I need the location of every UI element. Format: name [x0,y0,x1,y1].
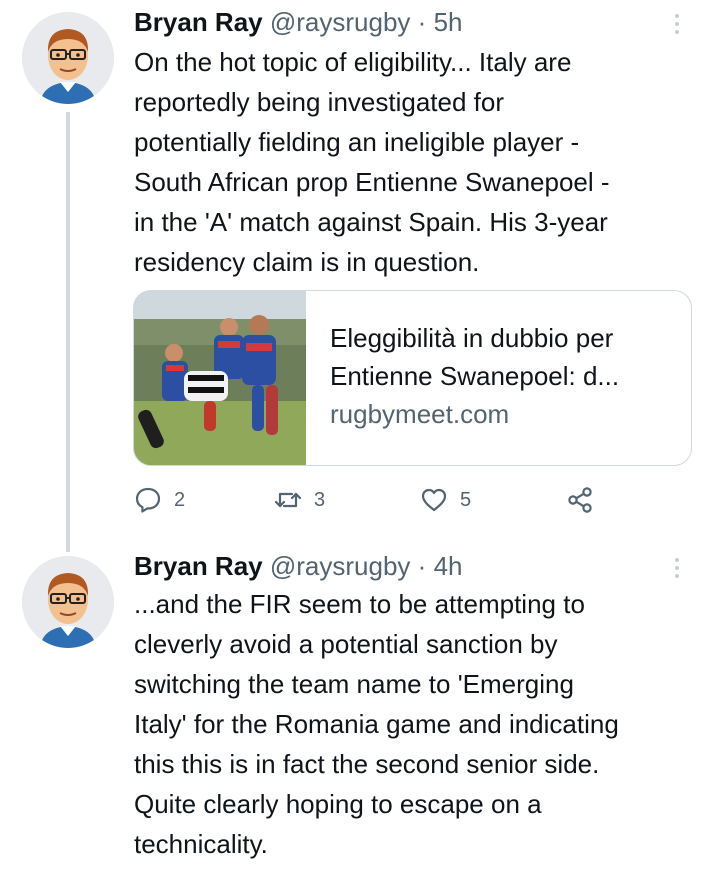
like-count: 5 [460,488,472,511]
share-button[interactable] [566,480,594,520]
more-icon[interactable] [667,554,687,582]
more-icon[interactable] [667,10,687,38]
heart-icon [421,488,447,512]
tweet-text: On the hot topic of eligibility... Italy… [134,47,610,277]
card-title-line2[interactable]: Entienne Swanepoel: d... [330,357,680,395]
card-title[interactable]: Eleggibilità in dubbio per [330,319,680,357]
tweet[interactable]: Bryan Ray @raysrugby · 5h On the hot top… [0,0,710,552]
action-bar: 2 3 5 [134,480,654,520]
author-handle[interactable]: @raysrugby [270,551,411,581]
avatar[interactable] [22,12,114,104]
retweet-count: 3 [314,488,326,511]
link-card[interactable]: Eleggibilità in dubbio per Entienne Swan… [133,290,692,466]
author-handle[interactable]: @raysrugby [270,7,411,37]
meta-separator: · [417,7,427,37]
like-button[interactable]: 5 [420,480,471,520]
share-icon [568,487,592,513]
avatar[interactable] [22,556,114,648]
tweet-header: Bryan Ray @raysrugby · 5h [134,6,462,38]
author-name[interactable]: Bryan Ray [134,551,263,581]
reply-icon [135,487,161,513]
reply-count: 2 [174,488,186,511]
thread-line [66,112,70,552]
retweet-button[interactable]: 3 [274,480,325,520]
retweet-icon [274,492,302,508]
tweet[interactable]: Bryan Ray @raysrugby · 4h ...and the FIR… [0,540,710,873]
tweet-header: Bryan Ray @raysrugby · 4h [134,550,462,582]
tweet-time[interactable]: 4h [434,551,463,581]
reply-button[interactable]: 2 [134,480,185,520]
card-text[interactable]: Eleggibilità in dubbio per Entienne Swan… [330,319,680,433]
author-name[interactable]: Bryan Ray [134,7,263,37]
tweet-time[interactable]: 5h [434,7,463,37]
card-domain[interactable]: rugbymeet.com [330,395,680,433]
meta-separator: · [417,551,427,581]
tweet-text: ...and the FIR seem to be attempting to … [134,589,619,859]
card-image [134,291,306,465]
